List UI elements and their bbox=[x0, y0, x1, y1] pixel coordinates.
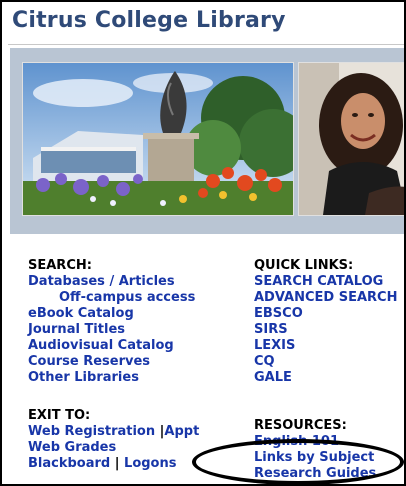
campus-photo bbox=[22, 62, 294, 216]
course-reserves-link[interactable]: Course Reserves bbox=[28, 354, 195, 370]
journal-titles-link[interactable]: Journal Titles bbox=[28, 322, 195, 338]
off-campus-access-link[interactable]: Off-campus access bbox=[28, 290, 195, 306]
web-registration-row: Web Registration |Appt bbox=[28, 424, 199, 440]
appt-link[interactable]: Appt bbox=[164, 424, 199, 439]
logons-link[interactable]: Logons bbox=[124, 456, 176, 471]
search-heading: SEARCH: bbox=[28, 258, 92, 273]
page-title: Citrus College Library bbox=[12, 8, 286, 33]
advanced-search-link[interactable]: ADVANCED SEARCH bbox=[254, 290, 397, 306]
campus-photo-graphic bbox=[23, 63, 293, 215]
student-photo-graphic bbox=[299, 63, 404, 215]
gale-link[interactable]: GALE bbox=[254, 370, 397, 386]
ebsco-link[interactable]: EBSCO bbox=[254, 306, 397, 322]
databases-articles-link[interactable]: Databases / Articles bbox=[28, 274, 195, 290]
ebook-catalog-link[interactable]: eBook Catalog bbox=[28, 306, 195, 322]
highlight-ellipse bbox=[192, 439, 404, 484]
audiovisual-catalog-link[interactable]: Audiovisual Catalog bbox=[28, 338, 195, 354]
sirs-link[interactable]: SIRS bbox=[254, 322, 397, 338]
blackboard-link[interactable]: Blackboard bbox=[28, 456, 110, 471]
search-catalog-link[interactable]: SEARCH CATALOG bbox=[254, 274, 397, 290]
quick-links-section: QUICK LINKS: SEARCH CATALOG ADVANCED SEA… bbox=[254, 258, 397, 386]
student-photo bbox=[298, 62, 404, 216]
page-frame: Citrus College Library SEARCH: Databases… bbox=[0, 0, 406, 486]
separator: | bbox=[114, 456, 120, 471]
resources-heading: RESOURCES: bbox=[254, 418, 347, 433]
web-grades-link[interactable]: Web Grades bbox=[28, 440, 199, 456]
exit-to-heading: EXIT TO: bbox=[28, 408, 91, 423]
title-divider bbox=[8, 44, 404, 45]
web-registration-link[interactable]: Web Registration bbox=[28, 424, 155, 439]
other-libraries-link[interactable]: Other Libraries bbox=[28, 370, 195, 386]
blackboard-row: Blackboard | Logons bbox=[28, 456, 199, 472]
lexis-link[interactable]: LEXIS bbox=[254, 338, 397, 354]
cq-link[interactable]: CQ bbox=[254, 354, 397, 370]
search-section: SEARCH: Databases / Articles Off-campus … bbox=[28, 258, 195, 386]
exit-to-section: EXIT TO: Web Registration |Appt Web Grad… bbox=[28, 408, 199, 472]
quick-links-heading: QUICK LINKS: bbox=[254, 258, 354, 273]
